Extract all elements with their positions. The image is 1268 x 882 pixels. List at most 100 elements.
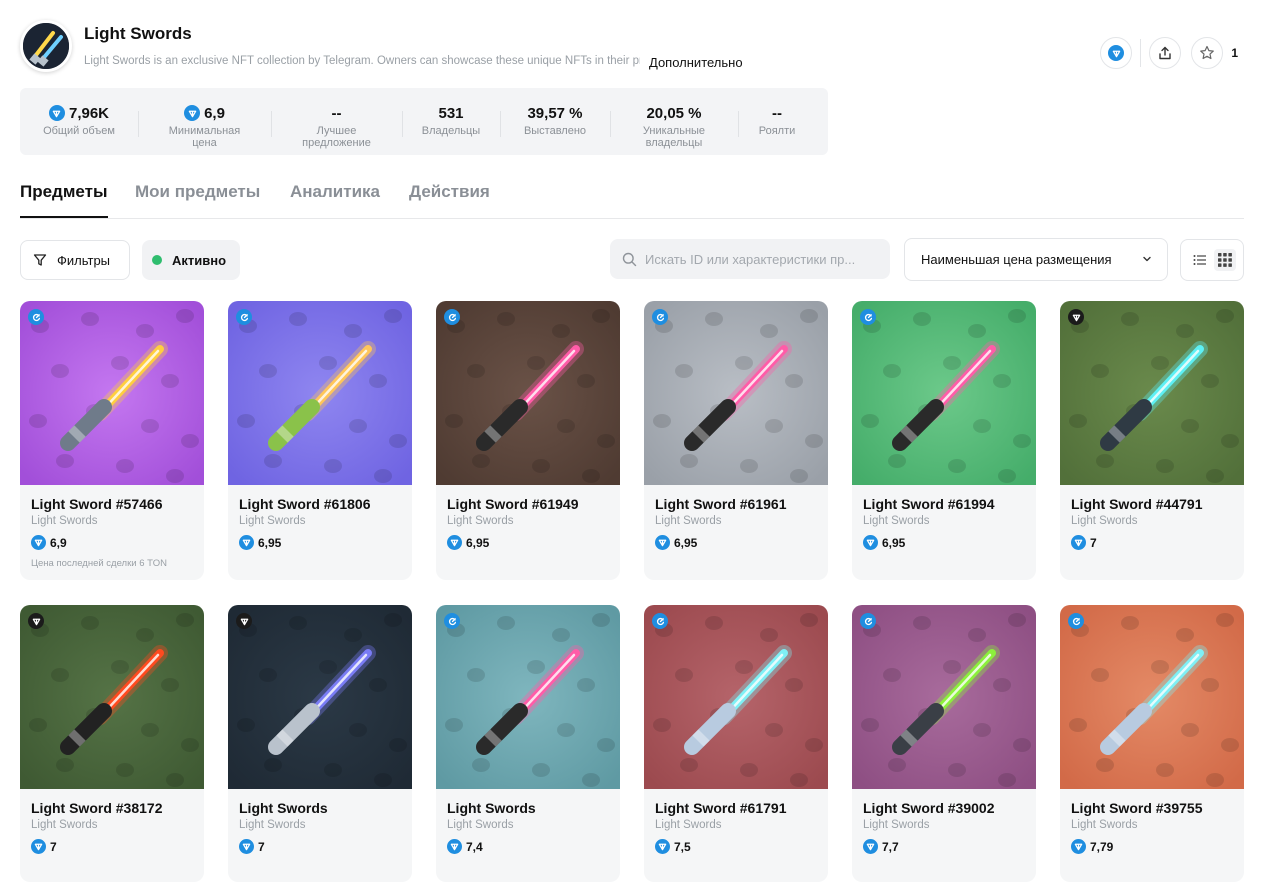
nft-card[interactable]: Light Sword #39002 Light Swords 7,7 (852, 605, 1036, 882)
grid-view-button[interactable] (1213, 249, 1236, 271)
list-view-button[interactable] (1189, 249, 1211, 271)
ton-icon (655, 839, 670, 854)
nft-price: 6,9 (20, 527, 204, 550)
stat-value: 531 (438, 104, 464, 122)
favorites-count: 1 (1231, 46, 1238, 60)
nft-collection: Light Swords (31, 515, 98, 527)
nft-image (436, 301, 620, 485)
ton-icon (239, 839, 254, 854)
stat-label: Роялти (758, 125, 796, 137)
stat-label: Минимальная цена (168, 125, 241, 149)
stat-royalty: -- Роялти (738, 103, 816, 155)
nft-name: Light Swords (239, 800, 328, 816)
price-value: 7,4 (466, 839, 483, 854)
nft-card[interactable]: Light Sword #44791 Light Swords 7 (1060, 301, 1244, 580)
stat-value: 6,9 (204, 104, 225, 122)
verified-badge-icon (860, 613, 876, 629)
nft-card[interactable]: Light Sword #61949 Light Swords 6,95 (436, 301, 620, 580)
tab-analytics[interactable]: Аналитика (290, 182, 380, 218)
ton-badge-icon (236, 613, 252, 629)
nft-card[interactable]: Light Sword #61791 Light Swords 7,5 (644, 605, 828, 882)
last-sale-price: Цена последней сделки 6 TON (31, 558, 168, 569)
ton-badge-icon (28, 613, 44, 629)
favorite-button[interactable] (1191, 37, 1224, 69)
share-icon (1159, 46, 1172, 60)
ton-icon (31, 535, 46, 550)
price-value: 7,79 (1090, 839, 1114, 854)
price-value: 7 (50, 839, 57, 854)
nft-name: Light Sword #39002 (863, 800, 995, 816)
ton-icon (863, 535, 878, 550)
more-link[interactable]: Дополнительно (649, 55, 743, 70)
ton-icon (239, 535, 254, 550)
nft-card[interactable]: Light Sword #57466 Light Swords 6,9 Цена по… (20, 301, 204, 580)
ton-icon (1108, 45, 1125, 61)
view-toggle (1180, 239, 1244, 281)
ton-badge-icon (1068, 309, 1084, 325)
verified-badge-icon (652, 613, 668, 629)
nft-name: Light Swords (447, 800, 536, 816)
nft-card[interactable]: Light Sword #61961 Light Swords 6,95 (644, 301, 828, 580)
filter-icon (33, 254, 47, 266)
price-value: 6,95 (674, 535, 698, 550)
nft-price: 6,95 (852, 527, 1036, 550)
nft-card[interactable]: Light Sword #39755 Light Swords 7,79 (1060, 605, 1244, 882)
tab-activity[interactable]: Действия (409, 182, 490, 218)
price-value: 7,5 (674, 839, 691, 854)
price-value: 7 (258, 839, 265, 854)
nft-name: Light Sword #44791 (1071, 496, 1203, 512)
collection-title: Light Swords (84, 24, 192, 43)
nft-image (852, 605, 1036, 789)
share-button[interactable] (1149, 37, 1182, 69)
stat-unique-owners: 20,05 % Уникальные владельцы (610, 103, 738, 155)
stat-label: Лучшее предложение (302, 125, 371, 149)
sort-dropdown[interactable]: Наименьшая цена размещения (904, 238, 1168, 281)
nft-name: Light Sword #61806 (239, 496, 371, 512)
stat-value: 39,57 % (527, 104, 583, 122)
nft-card[interactable]: Light Swords Light Swords 7 (228, 605, 412, 882)
ton-icon (863, 839, 878, 854)
nft-price: 7 (1060, 527, 1244, 550)
nft-card[interactable]: Light Sword #61994 Light Swords 6,95 (852, 301, 1036, 580)
nft-image (436, 605, 620, 789)
search-box[interactable] (610, 239, 890, 279)
price-value: 7,7 (882, 839, 899, 854)
nft-price: 6,95 (436, 527, 620, 550)
stat-label: Общий объем (43, 125, 115, 137)
ton-button[interactable] (1100, 37, 1133, 69)
nft-collection: Light Swords (31, 819, 98, 831)
ton-icon (1071, 839, 1086, 854)
nft-name: Light Sword #61791 (655, 800, 787, 816)
active-label: Активно (172, 252, 227, 268)
nft-card[interactable]: Light Swords Light Swords 7,4 (436, 605, 620, 882)
price-value: 6,95 (258, 535, 282, 550)
search-input[interactable] (645, 251, 875, 267)
nft-price: 7,5 (644, 831, 828, 854)
status-dot (152, 255, 162, 265)
active-filter-chip[interactable]: Активно (142, 240, 240, 280)
verified-badge-icon (28, 309, 44, 325)
divider (1140, 39, 1142, 67)
stat-value: 20,05 % (646, 104, 702, 122)
nft-collection: Light Swords (655, 515, 722, 527)
nft-collection: Light Swords (1071, 515, 1138, 527)
nft-collection: Light Swords (239, 515, 306, 527)
filters-button[interactable]: Фильтры (20, 240, 130, 280)
nft-image (644, 301, 828, 485)
ton-icon (184, 105, 201, 121)
stat-label: Владельцы (421, 125, 481, 137)
collection-header: Light Swords Light Swords is an exclusiv… (20, 20, 1248, 76)
stat-min-price: 6,9 Минимальная цена (138, 103, 271, 155)
nft-image (228, 301, 412, 485)
nft-image (1060, 301, 1244, 485)
tab-items[interactable]: Предметы (20, 182, 108, 218)
nft-name: Light Sword #61994 (863, 496, 995, 512)
nft-name: Light Sword #57466 (31, 496, 163, 512)
filters-label: Фильтры (57, 252, 111, 268)
nft-card[interactable]: Light Sword #38172 Light Swords 7 (20, 605, 204, 882)
tab-my-items[interactable]: Мои предметы (135, 182, 260, 218)
nft-collection: Light Swords (447, 515, 514, 527)
verified-badge-icon (1068, 613, 1084, 629)
nft-card[interactable]: Light Sword #61806 Light Swords 6,95 (228, 301, 412, 580)
ton-icon (31, 839, 46, 854)
